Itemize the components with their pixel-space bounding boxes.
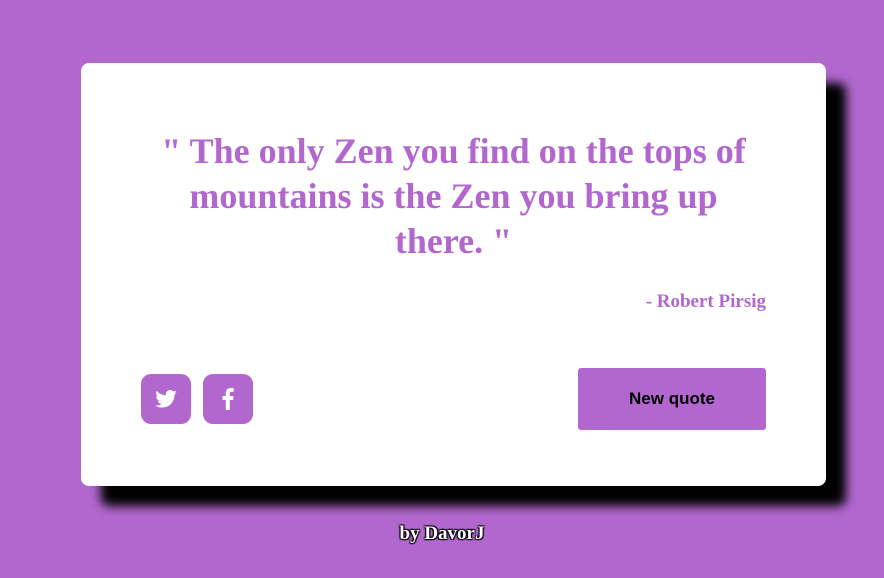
quote-card: " The only Zen you find on the tops of m…	[81, 63, 826, 486]
facebook-icon	[222, 388, 234, 410]
quote-author: - Robert Pirsig	[645, 291, 766, 312]
author-credit: by DavorJ	[399, 523, 485, 544]
tweet-quote-button[interactable]	[141, 374, 191, 424]
facebook-share-button[interactable]	[203, 374, 253, 424]
twitter-icon	[155, 390, 177, 408]
quote-text: " The only Zen you find on the tops of m…	[161, 131, 746, 261]
new-quote-button[interactable]: New quote	[578, 368, 766, 430]
